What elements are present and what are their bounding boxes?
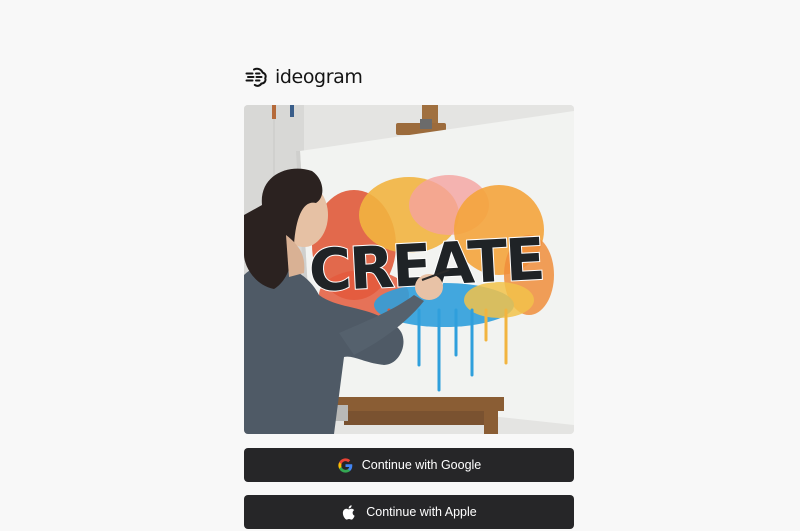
continue-with-apple-button[interactable]: Continue with Apple bbox=[244, 495, 574, 529]
continue-with-google-button[interactable]: Continue with Google bbox=[244, 448, 574, 482]
apple-icon bbox=[343, 504, 355, 520]
google-icon bbox=[338, 457, 353, 473]
hero-image: CREATE bbox=[244, 105, 574, 434]
ideogram-logo-icon bbox=[245, 67, 267, 87]
brand-header[interactable]: ideogram bbox=[244, 64, 363, 90]
brand-name: ideogram bbox=[275, 66, 363, 88]
continue-with-apple-label: Continue with Apple bbox=[366, 505, 477, 519]
login-page: ideogram CREATE Continue with Google Con… bbox=[0, 0, 800, 531]
continue-with-google-label: Continue with Google bbox=[361, 458, 482, 472]
